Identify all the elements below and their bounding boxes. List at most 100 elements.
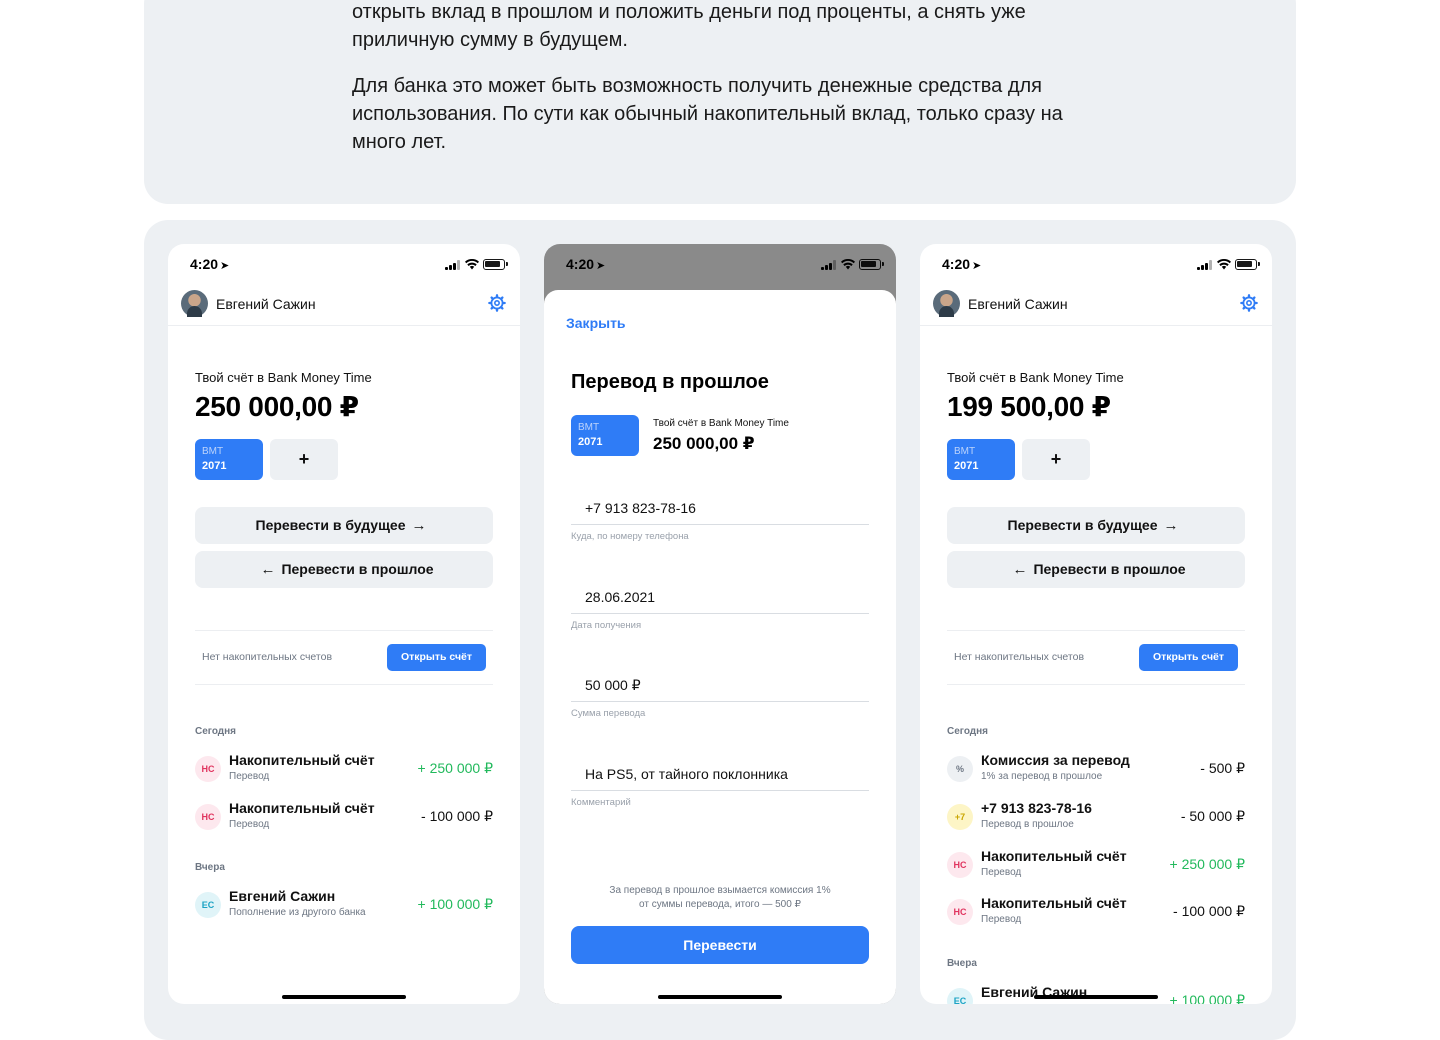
day-header-today: Сегодня: [947, 726, 989, 737]
account-balance: 250 000,00 ₽: [195, 391, 359, 422]
savings-section: Нет накопительных счетов Открыть счёт: [195, 630, 493, 685]
card-chip[interactable]: BMT 2071: [571, 415, 639, 456]
tx-title: Комиссия за перевод: [981, 752, 1130, 768]
transfer-future-button[interactable]: Перевести в будущее →: [947, 507, 1245, 544]
tx-amount: + 100 000 ₽: [1169, 992, 1245, 1004]
card-number: 2071: [954, 460, 979, 472]
add-card-button[interactable]: +: [1022, 439, 1090, 480]
user-name: Евгений Сажин: [968, 296, 1068, 312]
transfer-future-label: Перевести в будущее: [1007, 517, 1158, 533]
list-item[interactable]: +7 +7 913 823-78-16 Перевод в прошлое - …: [947, 797, 1245, 837]
battery-icon: [483, 259, 508, 270]
user-header: Евгений Сажин: [920, 288, 1272, 326]
signal-icon: [1197, 260, 1213, 270]
day-header-yesterday: Вчера: [947, 958, 977, 969]
wifi-icon: [465, 258, 479, 270]
arrow-right-icon: →: [1163, 517, 1179, 534]
tx-title: Накопительный счёт: [229, 752, 375, 768]
list-item[interactable]: % Комиссия за перевод 1% за перевод в пр…: [947, 749, 1245, 789]
person-avatar-icon: ЕС: [947, 988, 973, 1004]
transfer-future-button[interactable]: Перевести в будущее →: [195, 507, 493, 544]
tx-amount: + 100 000 ₽: [417, 896, 493, 912]
gear-icon[interactable]: [488, 294, 506, 312]
amount-value: 50 000 ₽: [585, 677, 641, 693]
status-time: 4:20 ➤: [566, 256, 606, 272]
tx-subtitle: Пополнение из другого банка: [229, 907, 366, 918]
list-item[interactable]: НС Накопительный счёт Перевод - 100 000 …: [195, 797, 493, 837]
wifi-icon: [841, 258, 855, 270]
transfer-future-label: Перевести в будущее: [255, 517, 406, 533]
article-card: открыть вклад в прошлом и положить деньг…: [144, 0, 1296, 204]
add-card-button[interactable]: +: [270, 439, 338, 480]
avatar[interactable]: [933, 290, 960, 317]
phone-home-before: 4:20 ➤ Евгений Сажин Твой счёт в Bank Mon…: [168, 244, 520, 1004]
fee-note-line-1: За перевод в прошлое взымается комиссия …: [609, 885, 831, 896]
amount-hint: Сумма перевода: [571, 708, 646, 719]
list-item[interactable]: ЕС Евгений Сажин Пополнение из другого б…: [195, 885, 493, 925]
battery-icon: [859, 259, 884, 270]
card-chip[interactable]: BMT 2071: [947, 439, 1015, 480]
comment-value: На PS5, от тайного поклонника: [585, 766, 788, 782]
savings-avatar-icon: НС: [947, 852, 973, 878]
user-name: Евгений Сажин: [216, 296, 316, 312]
article-paragraph-2: Для банка это может быть возможность пол…: [352, 75, 1063, 153]
signal-icon: [821, 260, 837, 270]
tx-amount: + 250 000 ₽: [1169, 856, 1245, 872]
submit-transfer-button[interactable]: Перевести: [571, 926, 869, 964]
status-time: 4:20 ➤: [190, 256, 230, 272]
tx-subtitle: Перевод в прошлое: [981, 819, 1074, 830]
location-icon: ➤: [596, 260, 606, 272]
phone-transfer-past: 4:20 ➤ Закрыть Перевод в прошлое BMT 2071…: [544, 244, 896, 1004]
tx-subtitle: Перевод: [229, 819, 270, 830]
person-avatar-icon: ЕС: [195, 892, 221, 918]
tx-title: Накопительный счёт: [229, 800, 375, 816]
transfer-past-label: Перевести в прошлое: [281, 561, 434, 577]
tx-amount: + 250 000 ₽: [417, 760, 493, 776]
transfer-past-button[interactable]: ← Перевести в прошлое: [195, 551, 493, 588]
home-indicator: [658, 995, 782, 999]
card-chip[interactable]: BMT 2071: [195, 439, 263, 480]
date-hint: Дата получения: [571, 620, 642, 631]
avatar[interactable]: [181, 290, 208, 317]
tx-title: +7 913 823-78-16: [981, 800, 1092, 816]
arrow-left-icon: ←: [260, 561, 276, 578]
tx-title: Евгений Сажин: [229, 888, 336, 904]
status-bar: 4:20 ➤: [920, 244, 1272, 288]
wifi-icon: [1217, 258, 1231, 270]
location-icon: ➤: [220, 260, 230, 272]
phone-avatar-icon: +7: [947, 804, 973, 830]
day-header-yesterday: Вчера: [195, 862, 225, 873]
transfer-past-button[interactable]: ← Перевести в прошлое: [947, 551, 1245, 588]
tx-amount: - 50 000 ₽: [1180, 808, 1245, 824]
card-number: 2071: [578, 436, 603, 448]
close-button[interactable]: Закрыть: [566, 315, 626, 331]
card-brand: BMT: [954, 446, 976, 457]
user-header: Евгений Сажин: [168, 288, 520, 326]
tx-subtitle: Перевод: [229, 771, 270, 782]
day-header-today: Сегодня: [195, 726, 237, 737]
tx-subtitle: Перевод: [981, 914, 1022, 925]
home-indicator: [282, 995, 406, 999]
field-underline: [571, 613, 869, 614]
arrow-left-icon: ←: [1012, 561, 1028, 578]
open-account-button[interactable]: Открыть счёт: [1139, 644, 1238, 671]
account-label: Твой счёт в Bank Money Time: [947, 370, 1124, 385]
list-item[interactable]: НС Накопительный счёт Перевод - 100 000 …: [947, 892, 1245, 932]
no-savings-text: Нет накопительных счетов: [954, 651, 1085, 663]
status-time: 4:20 ➤: [942, 256, 982, 272]
account-label: Твой счёт в Bank Money Time: [195, 370, 372, 385]
account-label: Твой счёт в Bank Money Time: [653, 418, 789, 429]
phone-hint: Куда, по номеру телефона: [571, 531, 689, 542]
gear-icon[interactable]: [1240, 294, 1258, 312]
transfer-past-label: Перевести в прошлое: [1033, 561, 1186, 577]
list-item[interactable]: ЕС Евгений Сажин + 100 000 ₽: [947, 981, 1245, 1004]
card-number: 2071: [202, 460, 227, 472]
transfer-sheet: Закрыть Перевод в прошлое BMT 2071 Твой …: [544, 290, 896, 1004]
status-bar: 4:20 ➤: [168, 244, 520, 288]
open-account-button[interactable]: Открыть счёт: [387, 644, 486, 671]
list-item[interactable]: НС Накопительный счёт Перевод + 250 000 …: [195, 749, 493, 789]
percent-icon: %: [947, 756, 973, 782]
account-balance: 250 000,00 ₽: [653, 434, 755, 453]
list-item[interactable]: НС Накопительный счёт Перевод + 250 000 …: [947, 845, 1245, 885]
tx-subtitle: 1% за перевод в прошлое: [981, 771, 1103, 782]
